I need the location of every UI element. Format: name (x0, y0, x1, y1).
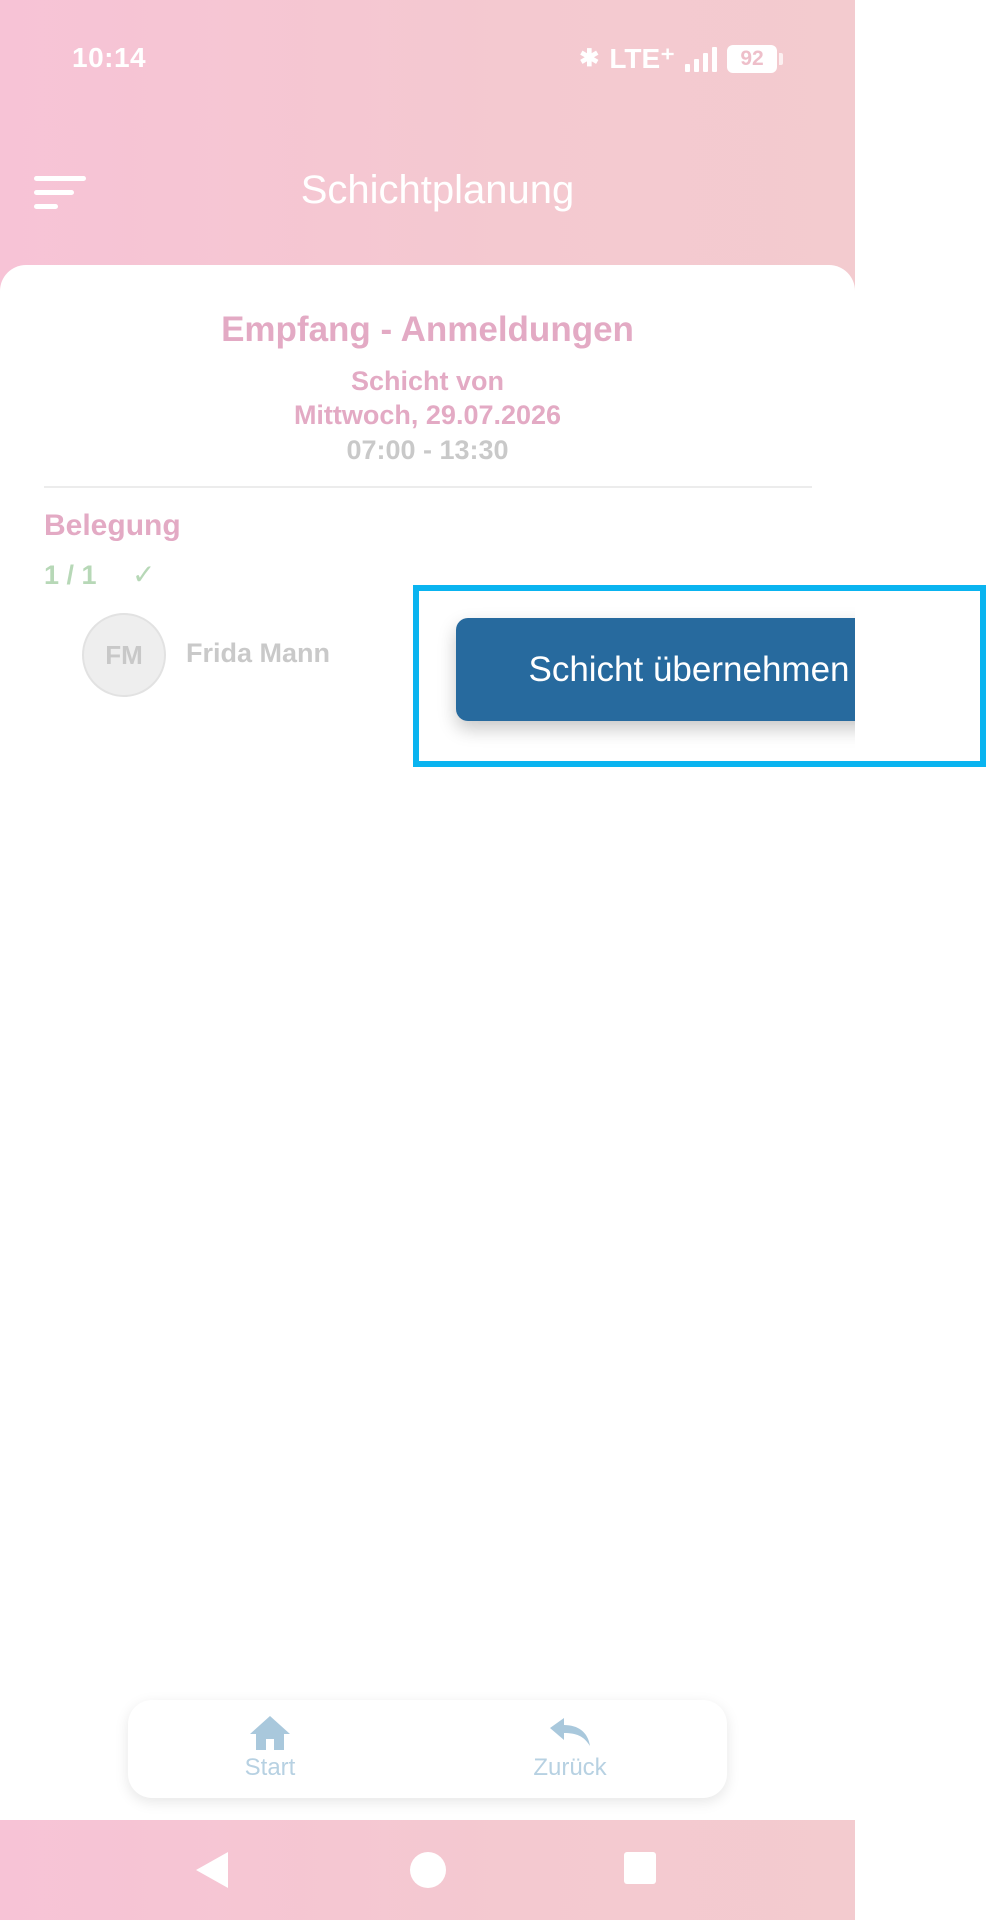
app-bar: Schichtplanung (0, 150, 855, 236)
bottom-nav: Start Zurück (128, 1700, 727, 1798)
battery-tip (779, 52, 783, 65)
shift-date: Mittwoch, 29.07.2026 (293, 400, 562, 430)
nav-start[interactable]: Start (190, 1714, 350, 1782)
app-title: Schichtplanung (300, 168, 575, 212)
network-type: LTE⁺ (609, 43, 675, 74)
occupancy-label: Belegung (44, 509, 181, 542)
screen: 10:14 ✱ LTE⁺ 92 Schichtplanung Empfang -… (0, 0, 989, 1920)
battery-icon: 92 (727, 44, 777, 73)
status-bar: 10:14 ✱ LTE⁺ 92 (0, 0, 855, 120)
nav-start-label: Start (244, 1754, 296, 1781)
recents-square-icon[interactable] (624, 1852, 656, 1884)
home-icon (250, 1716, 290, 1750)
back-triangle-icon[interactable] (196, 1852, 228, 1888)
check-icon: ✓ (132, 559, 156, 590)
shift-from-label: Schicht von (350, 366, 505, 396)
undo-icon (550, 1718, 590, 1746)
occupancy-count: 1 / 1 (44, 560, 97, 590)
divider (44, 486, 812, 488)
nav-back[interactable]: Zurück (490, 1714, 650, 1782)
content-card (0, 265, 855, 1820)
signal-icon (685, 46, 717, 72)
shift-time-range: 07:00 - 13:30 (346, 435, 509, 465)
shift-title: Empfang - Anmeldungen (221, 310, 634, 349)
avatar: FM (82, 613, 166, 697)
status-icons: ✱ LTE⁺ 92 (579, 42, 783, 75)
highlight-box (413, 585, 986, 767)
nav-back-label: Zurück (533, 1754, 607, 1781)
system-navigation-bar (0, 1820, 855, 1920)
home-circle-icon[interactable] (410, 1852, 446, 1888)
status-time: 10:14 (72, 42, 147, 73)
member-name: Frida Mann (186, 638, 331, 668)
bluetooth-icon: ✱ (579, 45, 600, 72)
phone-screen: 10:14 ✱ LTE⁺ 92 Schichtplanung Empfang -… (0, 0, 855, 1920)
